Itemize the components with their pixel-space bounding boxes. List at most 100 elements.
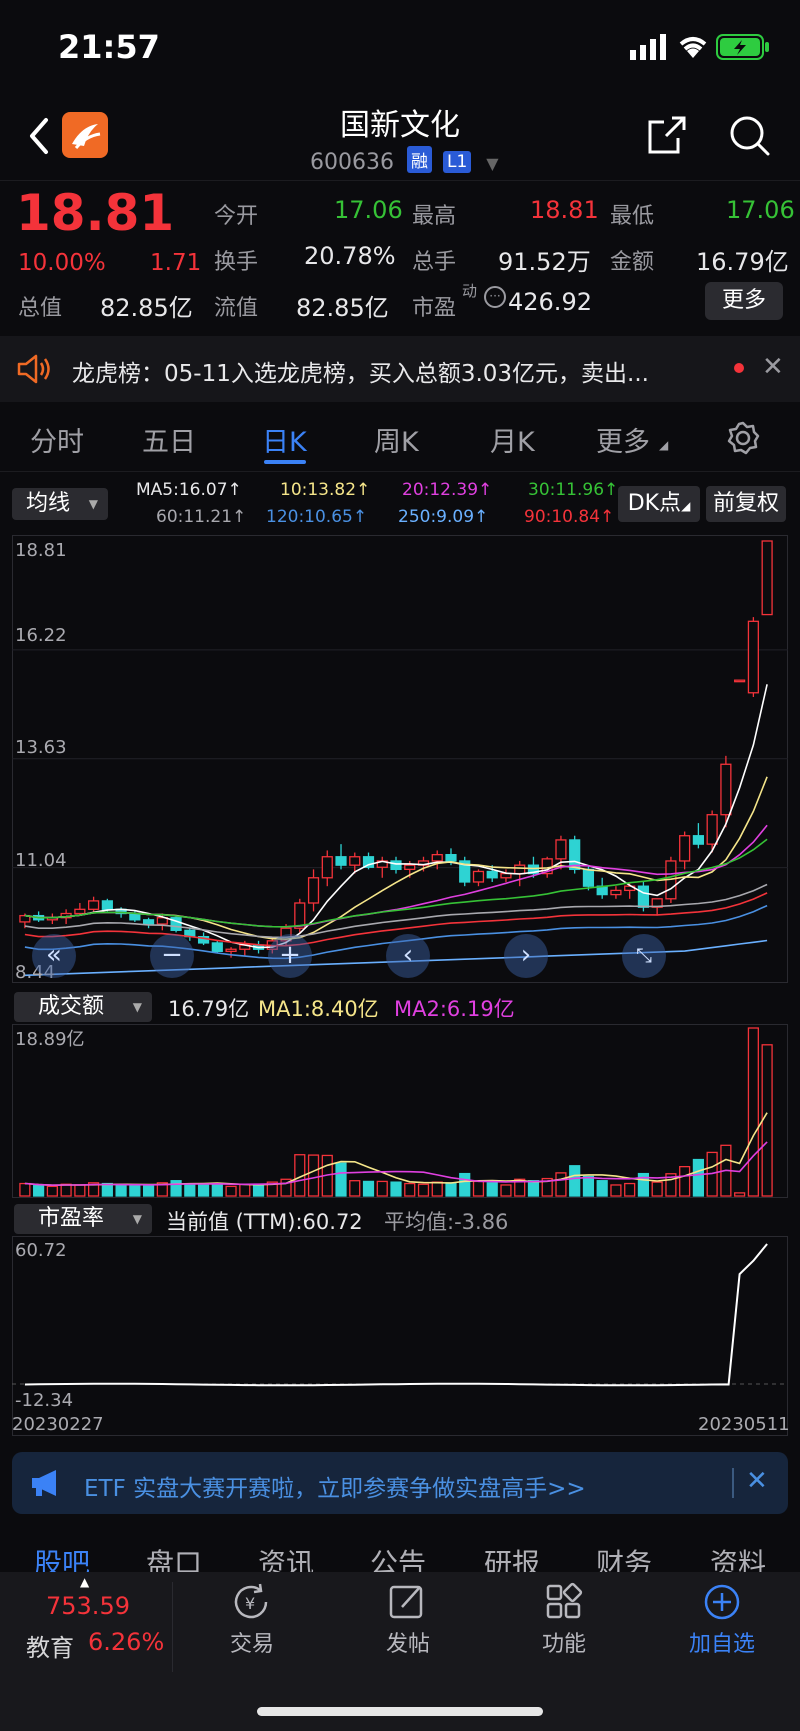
low-value: 17.06 <box>726 196 795 224</box>
volume-bar <box>761 1044 773 1197</box>
sector-name[interactable]: 教育 <box>26 1628 74 1663</box>
trade-label[interactable]: 交易 <box>202 1626 302 1658</box>
post-icon[interactable] <box>388 1582 428 1622</box>
tab-more[interactable]: 更多 <box>596 420 650 459</box>
zoom-left-fast-icon[interactable]: « <box>32 934 76 978</box>
level-tag: L1 <box>442 151 472 173</box>
tab-5day[interactable]: 五日 <box>142 420 196 459</box>
kline-chart[interactable] <box>12 535 788 983</box>
kline-ytick-2: 16.22 <box>15 625 67 646</box>
pe-label: 市盈 <box>412 296 457 321</box>
signal-icon <box>630 34 666 60</box>
volume-chart[interactable] <box>12 1024 788 1198</box>
status-time: 21:57 <box>58 28 160 66</box>
add-watchlist-icon[interactable] <box>702 1582 742 1622</box>
dk-point-button[interactable]: DK点◢ <box>618 486 700 522</box>
notice-text: 龙虎榜：05-11入选龙虎榜，买入总额3.03亿元，卖出... <box>72 361 649 387</box>
volume-ytick-max: 18.89亿 <box>15 1029 85 1050</box>
settings-icon[interactable] <box>725 420 761 456</box>
volume-bar <box>184 1183 196 1197</box>
volume-bar <box>307 1154 320 1197</box>
function-label[interactable]: 功能 <box>514 1626 614 1658</box>
candle-body <box>390 860 402 871</box>
high-value: 18.81 <box>530 196 599 224</box>
ma5-line <box>24 684 768 949</box>
tab-weekly-k[interactable]: 周K <box>374 420 419 459</box>
volume-bar <box>500 1184 512 1197</box>
volume-bar <box>486 1182 498 1197</box>
volume-value: 16.79亿 <box>168 997 250 1021</box>
kline-ytick-3: 13.63 <box>15 737 67 758</box>
pe-line <box>24 1243 768 1387</box>
volume-ma5-line <box>24 1112 768 1187</box>
add-watchlist-label[interactable]: 加自选 <box>672 1626 772 1658</box>
volume-bar <box>349 1180 361 1197</box>
search-icon[interactable] <box>728 114 772 158</box>
float-value: 82.85亿 <box>296 294 389 322</box>
share-icon[interactable] <box>646 114 688 156</box>
pe-selector[interactable]: 市盈率 ▼ <box>14 1204 152 1234</box>
wifi-icon <box>679 37 707 58</box>
sector-index-value[interactable]: 753.59 <box>46 1592 130 1620</box>
pe-average: 平均值:-3.86 <box>384 1210 509 1234</box>
volume-bar <box>197 1183 210 1197</box>
adjust-button[interactable]: 前复权 <box>706 486 786 522</box>
candle-body <box>349 856 361 866</box>
ma-selector[interactable]: 均线 ▼ <box>12 488 108 520</box>
ma-selector-label: 均线 <box>26 491 71 516</box>
zoom-out-icon[interactable]: − <box>150 934 194 978</box>
tab-intraday[interactable]: 分时 <box>30 420 84 459</box>
svg-text:¥: ¥ <box>245 1594 255 1613</box>
pe-frame <box>12 1236 788 1436</box>
pe-chart[interactable] <box>12 1236 788 1436</box>
megaphone-icon <box>32 1470 56 1496</box>
candle-body <box>692 835 704 845</box>
active-tab-indicator <box>264 460 306 464</box>
candle-body <box>101 900 113 910</box>
close-icon[interactable]: ✕ <box>762 352 784 382</box>
fullscreen-icon[interactable]: ⤡ <box>622 934 666 978</box>
more-button[interactable]: 更多 <box>705 282 783 320</box>
candle-body <box>74 908 86 915</box>
chevron-down-icon: ▼ <box>132 1000 142 1014</box>
candle-body <box>720 763 732 816</box>
mktcap-label: 总值 <box>18 296 63 321</box>
scroll-right-icon[interactable]: › <box>504 934 548 978</box>
trade-icon[interactable]: ¥ <box>230 1582 274 1622</box>
margin-tag: 融 <box>406 146 432 173</box>
volume-bar <box>115 1185 127 1197</box>
volume-value: 91.52万 <box>498 248 591 276</box>
banner-close-icon[interactable]: ✕ <box>746 1466 768 1496</box>
stock-code-row[interactable]: 600636 融 L1 ▼ <box>310 146 499 175</box>
pe-ytick-min: -12.34 <box>15 1390 74 1411</box>
volume-bar <box>101 1182 113 1197</box>
volume-bar <box>404 1182 416 1197</box>
tab-monthly-k[interactable]: 月K <box>490 420 535 459</box>
tab-daily-k[interactable]: 日K <box>262 420 307 459</box>
post-label[interactable]: 发帖 <box>358 1626 458 1658</box>
high-label: 最高 <box>412 204 457 229</box>
pe-selector-label: 市盈率 <box>38 1206 105 1231</box>
volume-selector[interactable]: 成交额 ▼ <box>14 992 152 1022</box>
amount-label: 金额 <box>610 250 655 275</box>
candle-body <box>679 835 691 862</box>
pe-x-end: 20230511 <box>698 1414 790 1435</box>
scroll-left-icon[interactable]: ‹ <box>386 934 430 978</box>
battery-icon <box>716 34 769 60</box>
candle-body <box>307 877 320 904</box>
volume-ma1: MA1:8.40亿 <box>258 997 379 1021</box>
volume-bar <box>142 1185 155 1197</box>
dk-caret-icon: ◢ <box>681 499 691 513</box>
candle-body <box>404 864 416 871</box>
candle-body <box>582 868 595 887</box>
ma120-value: 120:10.65↑ <box>266 507 368 527</box>
volume-bar <box>610 1184 622 1197</box>
kline-ytick-4: 11.04 <box>15 850 67 871</box>
ellipsis-icon[interactable]: ··· <box>484 286 506 308</box>
candle-body <box>445 854 457 862</box>
volume-bar <box>624 1182 636 1197</box>
stock-code: 600636 <box>310 150 394 175</box>
zoom-in-icon[interactable]: + <box>268 934 312 978</box>
function-icon[interactable] <box>544 1582 584 1622</box>
volume-bar <box>417 1183 430 1197</box>
